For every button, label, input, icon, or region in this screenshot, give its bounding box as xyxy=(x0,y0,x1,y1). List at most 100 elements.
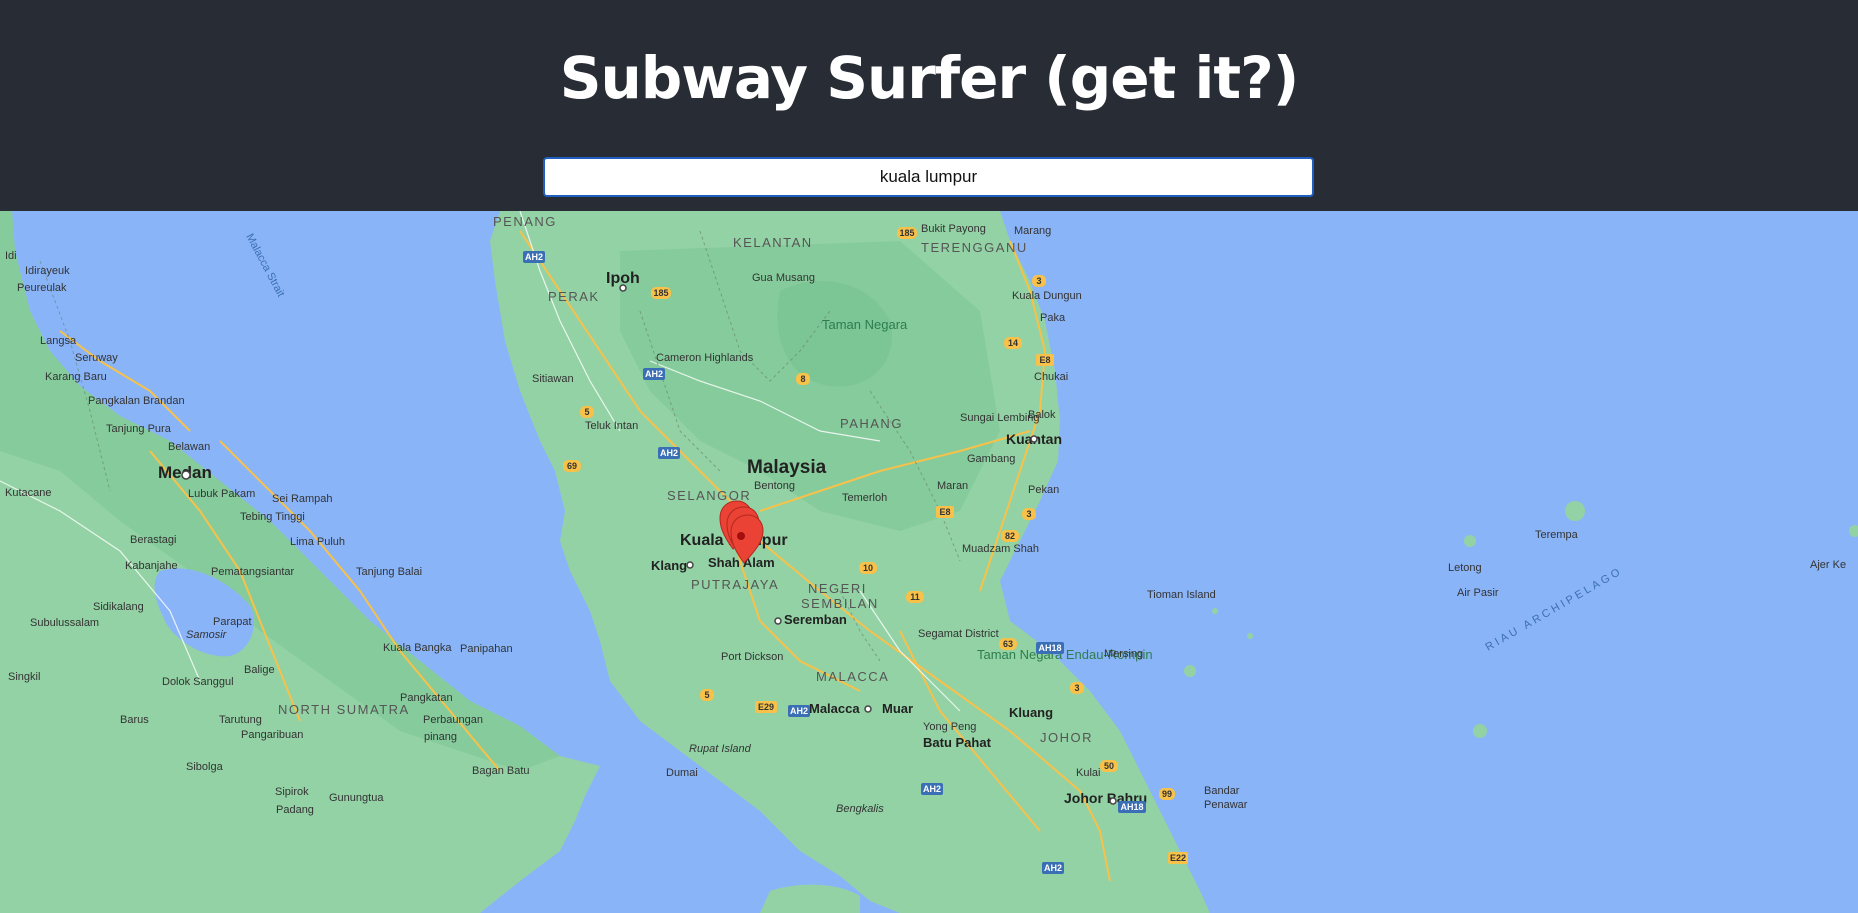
label-pangkalan-brandan: Pangkalan Brandan xyxy=(88,395,185,407)
shield-label: 3 xyxy=(1026,509,1031,519)
label-pinang: pinang xyxy=(424,731,457,743)
label-putrajaya: PUTRAJAYA xyxy=(691,577,779,592)
label-bandar: Bandar xyxy=(1204,785,1240,797)
label-sidikalang: Sidikalang xyxy=(93,601,144,613)
label-maran: Maran xyxy=(937,480,968,492)
label-perbaungan: Perbaungan xyxy=(423,714,483,726)
label-seremban: Seremban xyxy=(784,612,847,627)
label-paka: Paka xyxy=(1040,312,1066,324)
label-johor: JOHOR xyxy=(1040,730,1093,745)
app-header: Subway Surfer (get it?) xyxy=(0,0,1858,211)
city-dot-kuantan xyxy=(1030,435,1038,443)
label-lubuk-pakam: Lubuk Pakam xyxy=(188,488,255,500)
label-gua-musang: Gua Musang xyxy=(752,272,815,284)
label-subulussalam: Subulussalam xyxy=(30,617,99,629)
city-dot-ipoh xyxy=(619,284,627,292)
label-tebing-tinggi: Tebing Tinggi xyxy=(240,511,305,523)
label-kutacane: Kutacane xyxy=(5,487,51,499)
shield-label: 3 xyxy=(1074,683,1079,693)
shield-label: 99 xyxy=(1162,789,1172,799)
shield-label: 14 xyxy=(1008,338,1018,348)
shield-label: 10 xyxy=(863,563,873,573)
label-marang: Marang xyxy=(1014,225,1051,237)
label-rupat-island: Rupat Island xyxy=(689,743,752,755)
label-pahang: PAHANG xyxy=(840,416,903,431)
label-ajer-kuning: Ajer Ke xyxy=(1810,559,1846,571)
label-muadzam-shah: Muadzam Shah xyxy=(962,543,1039,555)
label-kulai: Kulai xyxy=(1076,767,1100,779)
label-balige: Balige xyxy=(244,664,275,676)
label-gunungtua: Gunungtua xyxy=(329,792,384,804)
label-penang: PENANG xyxy=(493,214,557,229)
label-seruway: Seruway xyxy=(75,352,118,364)
label-muar: Muar xyxy=(882,701,913,716)
shield-label: AH2 xyxy=(645,369,663,379)
label-bukit-payong: Bukit Payong xyxy=(921,223,986,235)
label-langsa: Langsa xyxy=(40,335,77,347)
shield-label: AH18 xyxy=(1038,643,1061,653)
label-malacca-state: MALACCA xyxy=(816,669,889,684)
map-canvas[interactable]: PENANG KELANTAN TERENGGANU Bukit Payong … xyxy=(0,211,1858,913)
label-padang: Padang xyxy=(276,804,314,816)
label-malacca-city: Malacca xyxy=(809,701,860,716)
label-pematangsiantar: Pematangsiantar xyxy=(211,566,294,578)
label-kabanjahe: Kabanjahe xyxy=(125,560,178,572)
label-tarutung: Tarutung xyxy=(219,714,262,726)
shield-label: 5 xyxy=(704,690,709,700)
label-bentong: Bentong xyxy=(754,480,795,492)
label-sembilan: SEMBILAN xyxy=(801,596,879,611)
label-belawan: Belawan xyxy=(168,441,210,453)
label-mersing: Mersing xyxy=(1104,648,1143,660)
label-chukai: Chukai xyxy=(1034,371,1068,383)
label-terengganu: TERENGGANU xyxy=(921,240,1028,255)
label-panipahan: Panipahan xyxy=(460,643,513,655)
label-dumai: Dumai xyxy=(666,767,698,779)
label-tanjung-pura: Tanjung Pura xyxy=(106,423,172,435)
label-port-dickson: Port Dickson xyxy=(721,651,783,663)
label-gambang: Gambang xyxy=(967,453,1015,465)
label-parapat: Parapat xyxy=(213,616,252,628)
label-bagan-batu: Bagan Batu xyxy=(472,765,530,777)
label-dolok-sanggul: Dolok Sanggul xyxy=(162,676,234,688)
page-title: Subway Surfer (get it?) xyxy=(559,44,1300,112)
label-kelantan: KELANTAN xyxy=(733,235,813,250)
label-segamat-district: Segamat District xyxy=(918,628,999,640)
shield-label: 5 xyxy=(584,407,589,417)
shield-label: E8 xyxy=(1039,355,1050,365)
shield-label: 3 xyxy=(1036,276,1041,286)
label-sipirok: Sipirok xyxy=(275,786,309,798)
label-terempa: Terempa xyxy=(1535,529,1579,541)
label-cameron-highlands: Cameron Highlands xyxy=(656,352,754,364)
label-barus: Barus xyxy=(120,714,149,726)
label-north-sumatra: NORTH SUMATRA xyxy=(278,702,410,717)
label-tanjung-balai: Tanjung Balai xyxy=(356,566,422,578)
label-kluang: Kluang xyxy=(1009,705,1053,720)
shield-label: 11 xyxy=(910,592,920,602)
label-letong: Letong xyxy=(1448,562,1482,574)
label-air-pasir: Air Pasir xyxy=(1457,587,1499,599)
city-dot-malacca xyxy=(864,705,872,713)
label-temerloh: Temerloh xyxy=(842,492,887,504)
shield-label: AH18 xyxy=(1120,802,1143,812)
shield-label: 82 xyxy=(1005,531,1015,541)
label-idirayeuk: Idirayeuk xyxy=(25,265,70,277)
label-pangaribuan: Pangaribuan xyxy=(241,729,303,741)
shield-label: E29 xyxy=(758,702,774,712)
label-penawar: Penawar xyxy=(1204,799,1248,811)
label-bengkalis: Bengkalis xyxy=(836,803,884,815)
map-view[interactable]: PENANG KELANTAN TERENGGANU Bukit Payong … xyxy=(0,211,1858,913)
label-perak: PERAK xyxy=(548,289,600,304)
label-negeri: NEGERI xyxy=(808,581,867,596)
label-klang: Klang xyxy=(651,558,687,573)
label-malaysia: Malaysia xyxy=(747,457,827,478)
shield-label: AH2 xyxy=(525,252,543,262)
label-pekan: Pekan xyxy=(1028,484,1059,496)
shield-label: 8 xyxy=(800,374,805,384)
label-singkil: Singkil xyxy=(8,671,40,683)
city-dot-johor-bahru xyxy=(1109,797,1117,805)
label-malacca-strait: Malacca Strait xyxy=(243,232,286,299)
search-input[interactable] xyxy=(543,157,1314,197)
city-dot-medan xyxy=(181,470,191,480)
label-taman-negara: Taman Negara xyxy=(822,317,908,332)
shield-label: 50 xyxy=(1104,761,1114,771)
